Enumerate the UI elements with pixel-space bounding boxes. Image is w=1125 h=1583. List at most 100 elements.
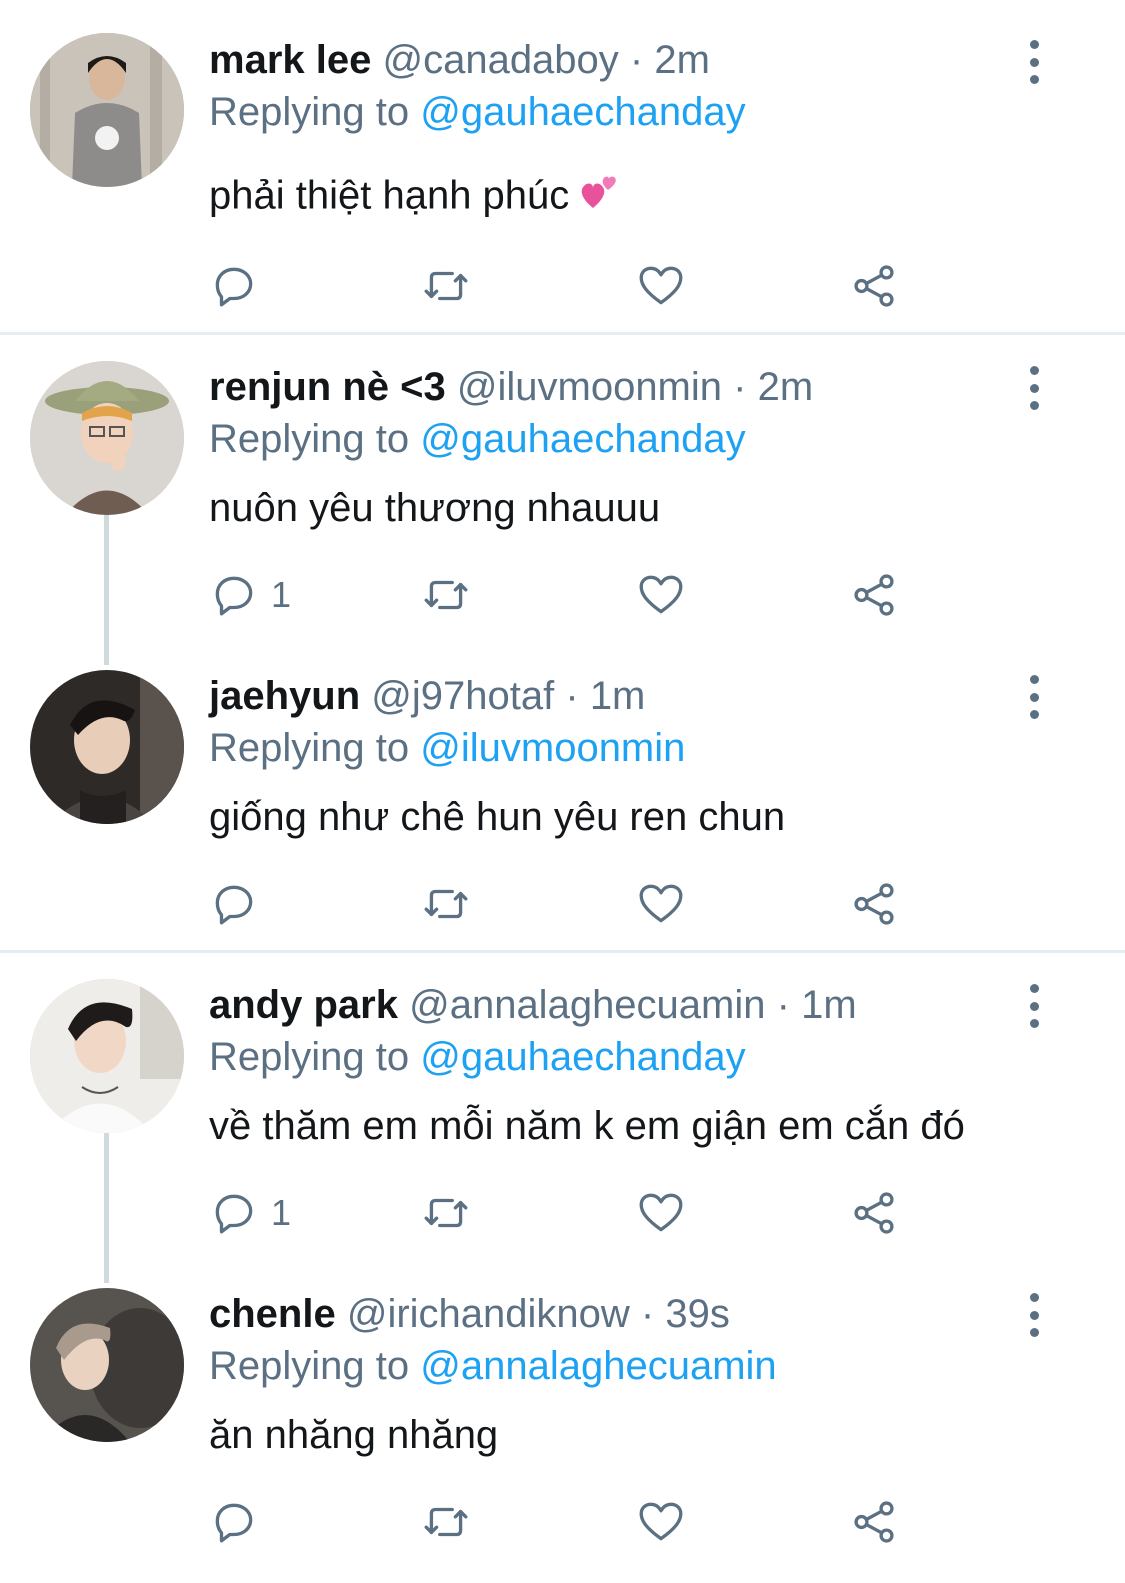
heart-icon <box>639 884 683 923</box>
more-options-icon[interactable] <box>1020 675 1048 719</box>
divider <box>0 950 1125 953</box>
timestamp[interactable]: 39s <box>665 1292 730 1336</box>
tweet-actions: 1 <box>209 1187 929 1239</box>
retweet-icon <box>424 580 468 610</box>
tweet-actions <box>209 260 929 312</box>
share-icon <box>854 265 894 307</box>
display-name[interactable]: mark lee <box>209 38 371 82</box>
avatar[interactable] <box>30 33 184 187</box>
handle[interactable]: @irichandiknow <box>347 1292 630 1336</box>
share-button[interactable] <box>849 569 899 621</box>
tweet-actions: 1 <box>209 569 929 621</box>
replying-to: Replying to @gauhaechanday <box>209 415 746 463</box>
thread-line <box>104 1133 109 1283</box>
reply-button[interactable] <box>209 260 271 312</box>
reply-icon <box>215 885 253 925</box>
more-options-icon[interactable] <box>1020 366 1048 410</box>
share-icon <box>854 1501 894 1543</box>
tweet-text: phải thiệt hạnh phúc <box>209 170 621 226</box>
timestamp[interactable]: 2m <box>758 365 814 409</box>
replying-to: Replying to @gauhaechanday <box>209 1033 746 1081</box>
avatar[interactable] <box>30 361 184 515</box>
reply-mention-link[interactable]: @gauhaechanday <box>420 417 745 461</box>
heart-icon <box>639 575 683 614</box>
reply-button[interactable]: 1 <box>209 1187 291 1239</box>
replying-to: Replying to @gauhaechanday <box>209 88 746 136</box>
share-icon <box>854 1192 894 1234</box>
tweet-text: nuôn yêu thương nhauuu <box>209 486 661 530</box>
avatar[interactable] <box>30 670 184 824</box>
heart-icon <box>639 266 683 305</box>
handle[interactable]: @iluvmoonmin <box>457 365 722 409</box>
avatar[interactable] <box>30 979 184 1133</box>
handle[interactable]: @j97hotaf <box>371 674 554 718</box>
handle[interactable]: @annalaghecuamin <box>409 983 765 1027</box>
retweet-button[interactable] <box>421 1187 471 1239</box>
replying-label: Replying to <box>209 417 410 461</box>
like-button[interactable] <box>636 878 686 930</box>
tweet-header: andy park @annalaghecuamin · 1m <box>209 981 857 1029</box>
tweet-header: renjun nè <3 @iluvmoonmin · 2m <box>209 363 813 411</box>
retweet-button[interactable] <box>421 878 471 930</box>
reply-mention-link[interactable]: @iluvmoonmin <box>420 726 685 770</box>
like-button[interactable] <box>636 569 686 621</box>
retweet-button[interactable] <box>421 569 471 621</box>
retweet-icon <box>424 889 468 919</box>
tweet-actions <box>209 1496 929 1548</box>
reply-count: 1 <box>271 574 292 615</box>
retweet-button[interactable] <box>421 260 471 312</box>
reply-button[interactable]: 1 <box>209 569 291 621</box>
like-button[interactable] <box>636 260 686 312</box>
reply-icon <box>215 1194 253 1234</box>
replying-to: Replying to @annalaghecuamin <box>209 1342 777 1390</box>
display-name[interactable]: chenle <box>209 1292 336 1336</box>
share-button[interactable] <box>849 1496 899 1548</box>
dot-separator: · <box>776 983 790 1027</box>
retweet-button[interactable] <box>421 1496 471 1548</box>
reply-mention-link[interactable]: @annalaghecuamin <box>420 1344 776 1388</box>
reply-mention-link[interactable]: @gauhaechanday <box>420 90 745 134</box>
retweet-icon <box>424 1507 468 1537</box>
heart-icon <box>639 1193 683 1232</box>
like-button[interactable] <box>636 1496 686 1548</box>
like-button[interactable] <box>636 1187 686 1239</box>
tweet-actions <box>209 878 929 930</box>
tweet-text: ăn nhăng nhăng <box>209 1413 499 1457</box>
avatar[interactable] <box>30 1288 184 1442</box>
heart-icon <box>639 1502 683 1541</box>
more-options-icon[interactable] <box>1020 984 1048 1028</box>
reply-icon <box>215 576 253 616</box>
tweet-text-content: phải thiệt hạnh phúc <box>209 173 570 218</box>
handle[interactable]: @canadaboy <box>382 38 618 82</box>
timestamp[interactable]: 1m <box>590 674 646 718</box>
tweet-header: jaehyun @j97hotaf · 1m <box>209 672 645 720</box>
retweet-icon <box>424 1198 468 1228</box>
reply-mention-link[interactable]: @gauhaechanday <box>420 1035 745 1079</box>
reply-icon <box>215 1503 253 1543</box>
dot-separator: · <box>565 674 579 718</box>
display-name[interactable]: andy park <box>209 983 398 1027</box>
tweet-header: mark lee @canadaboy · 2m <box>209 36 710 84</box>
display-name[interactable]: renjun nè <3 <box>209 365 446 409</box>
share-button[interactable] <box>849 1187 899 1239</box>
share-icon <box>854 574 894 616</box>
replying-label: Replying to <box>209 1344 410 1388</box>
reply-button[interactable] <box>209 1496 271 1548</box>
reply-button[interactable] <box>209 878 271 930</box>
more-options-icon[interactable] <box>1020 1293 1048 1337</box>
share-button[interactable] <box>849 260 899 312</box>
more-options-icon[interactable] <box>1020 40 1048 84</box>
timestamp[interactable]: 1m <box>801 983 857 1027</box>
dot-separator: · <box>640 1292 655 1336</box>
share-button[interactable] <box>849 878 899 930</box>
display-name[interactable]: jaehyun <box>209 674 360 718</box>
reply-count: 1 <box>271 1192 292 1233</box>
tweet-text: về thăm em mỗi năm k em giận em cắn đó <box>209 1104 965 1148</box>
reply-icon <box>215 267 253 307</box>
replying-label: Replying to <box>209 726 410 770</box>
divider <box>0 332 1125 335</box>
share-icon <box>854 883 894 925</box>
tweet-header: chenle @irichandiknow · 39s <box>209 1290 730 1338</box>
timestamp[interactable]: 2m <box>654 38 710 82</box>
replying-label: Replying to <box>209 90 410 134</box>
